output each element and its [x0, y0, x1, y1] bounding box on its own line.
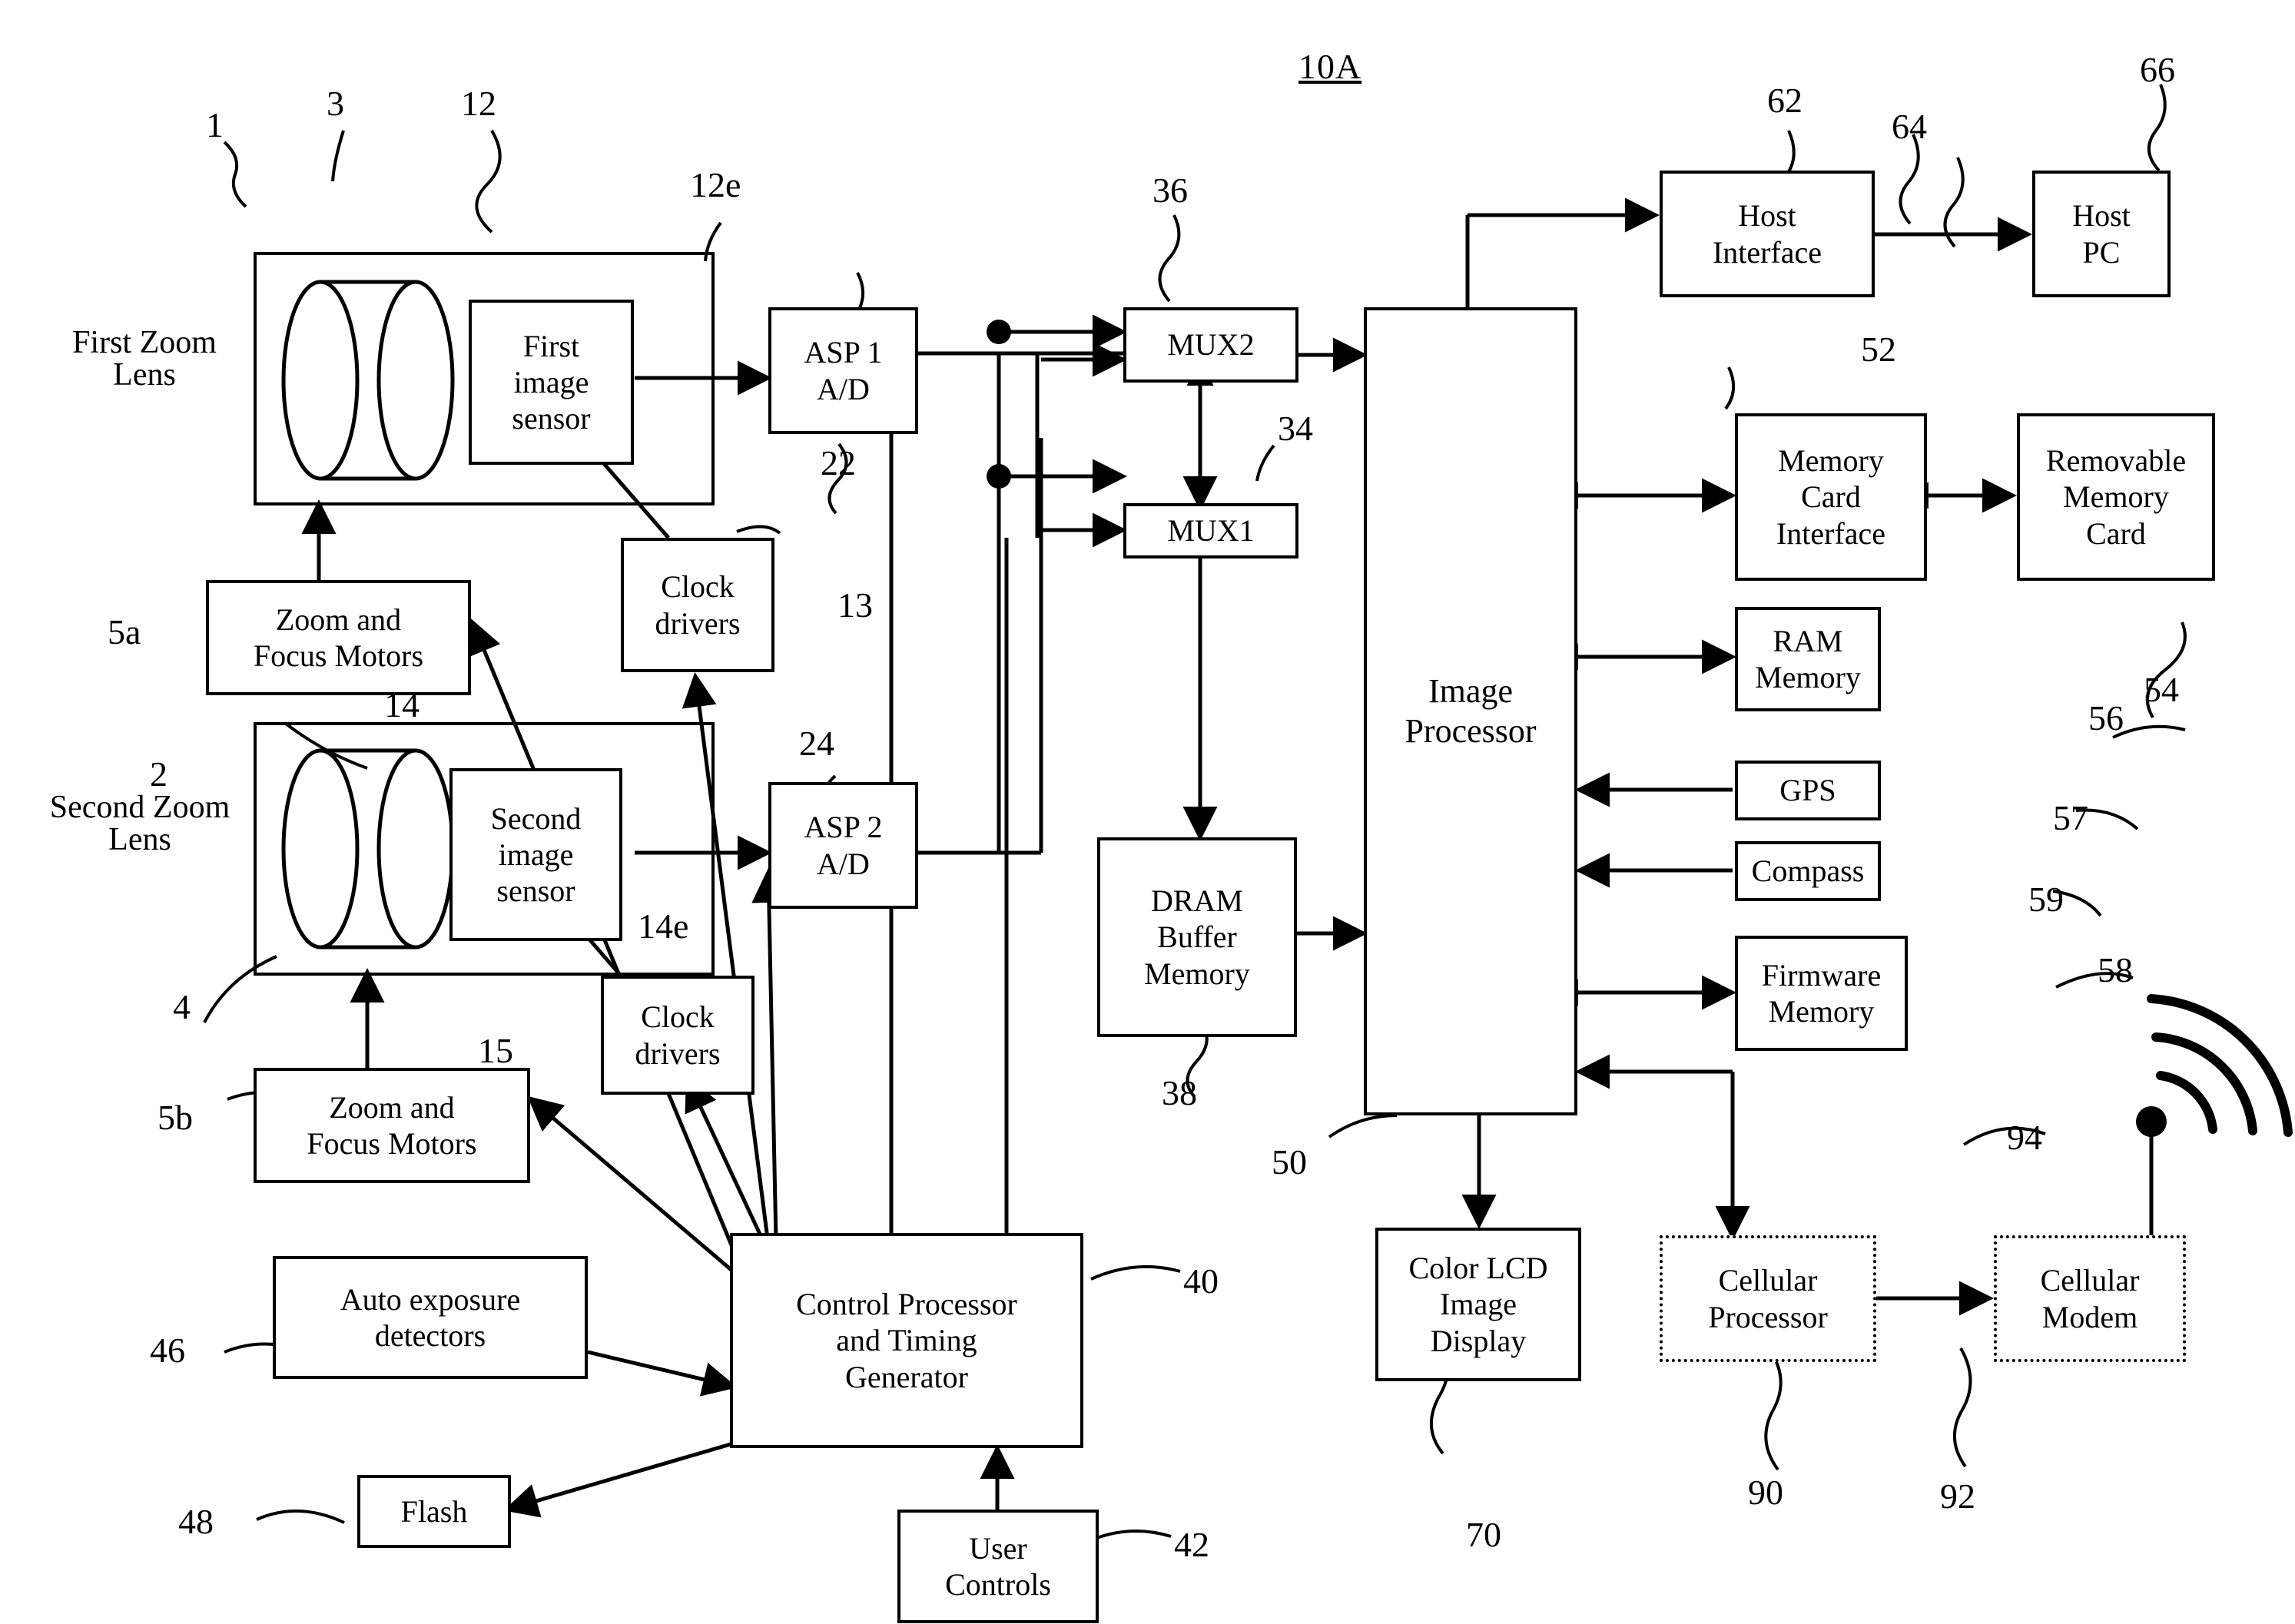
- refnum-46: 46: [150, 1331, 185, 1370]
- firmware-memory: Firmware Memory: [1735, 936, 1908, 1051]
- patent-figure-10a: First Zoom Lens Second Zoom Lens 10A Fir…: [0, 0, 2295, 1624]
- zoom-focus-motors-first: Zoom and Focus Motors: [206, 580, 471, 695]
- refnum-1: 1: [206, 105, 224, 144]
- memory-card-interface: Memory Card Interface: [1735, 413, 1927, 581]
- compass: Compass: [1735, 841, 1881, 901]
- refnum-57: 57: [2053, 798, 2088, 837]
- refnum-70: 70: [1466, 1515, 1501, 1554]
- refnum-14e: 14e: [638, 906, 689, 946]
- refnum-5b: 5b: [158, 1098, 193, 1137]
- refnum-52: 52: [1861, 330, 1896, 369]
- refnum-12e: 12e: [690, 165, 741, 204]
- cellular-processor: Cellular Processor: [1660, 1235, 1876, 1362]
- antenna-tip: [2136, 1106, 2167, 1137]
- refnum-14: 14: [384, 685, 420, 724]
- image-processor: Image Processor: [1364, 307, 1577, 1115]
- refnum-50: 50: [1272, 1142, 1307, 1182]
- refnum-15: 15: [478, 1031, 513, 1070]
- asp1-ad: ASP 1 A/D: [768, 307, 918, 434]
- refnum-54: 54: [2144, 670, 2179, 709]
- refnum-13: 13: [837, 585, 873, 625]
- mux2: MUX2: [1123, 307, 1298, 383]
- clock-drivers-second: Clock drivers: [601, 976, 754, 1095]
- refnum-66: 66: [2140, 50, 2175, 89]
- figure-title: 10A: [1298, 47, 1362, 86]
- refnum-34: 34: [1278, 409, 1313, 448]
- refnum-3: 3: [327, 84, 344, 123]
- gps: GPS: [1735, 761, 1881, 820]
- first-image-sensor: First image sensor: [469, 300, 634, 465]
- host-interface: Host Interface: [1660, 171, 1875, 297]
- refnum-62: 62: [1767, 81, 1803, 120]
- refnum-24: 24: [799, 724, 834, 763]
- second-image-sensor: Second image sensor: [449, 768, 622, 941]
- refnum-38: 38: [1162, 1073, 1197, 1112]
- refnum-92: 92: [1940, 1477, 1975, 1516]
- refnum-56: 56: [2088, 698, 2124, 737]
- refnum-90: 90: [1748, 1473, 1783, 1512]
- refnum-40: 40: [1183, 1261, 1219, 1301]
- user-controls: User Controls: [897, 1510, 1099, 1623]
- first-zoom-lens-label: First Zoom Lens: [72, 325, 217, 393]
- zoom-focus-motors-second: Zoom and Focus Motors: [254, 1068, 530, 1183]
- refnum-36: 36: [1152, 171, 1188, 210]
- refnum-59: 59: [2028, 880, 2064, 919]
- host-pc: Host PC: [2032, 171, 2171, 297]
- refnum-5a: 5a: [108, 612, 141, 651]
- refnum-42: 42: [1174, 1525, 1209, 1564]
- refnum-22: 22: [821, 443, 856, 482]
- mux1: MUX1: [1123, 503, 1298, 558]
- refnum-12: 12: [461, 84, 496, 123]
- antenna-waves: [2147, 994, 2293, 1137]
- cellular-modem: Cellular Modem: [1994, 1235, 2186, 1362]
- ram-memory: RAM Memory: [1735, 607, 1881, 711]
- control-processor-timing-generator: Control Processor and Timing Generator: [730, 1233, 1083, 1448]
- refnum-64: 64: [1892, 107, 1927, 146]
- refnum-58: 58: [2098, 950, 2133, 989]
- removable-memory-card: Removable Memory Card: [2017, 413, 2215, 581]
- asp2-ad: ASP 2 A/D: [768, 782, 918, 909]
- first-lens-elements: [281, 280, 455, 481]
- color-lcd-image-display: Color LCD Image Display: [1375, 1228, 1581, 1381]
- refnum-94: 94: [2007, 1118, 2042, 1157]
- refnum-2: 2: [150, 754, 167, 794]
- second-zoom-lens-label: Second Zoom Lens: [49, 790, 230, 857]
- dram-buffer-memory: DRAM Buffer Memory: [1097, 837, 1297, 1037]
- refnum-48: 48: [178, 1502, 214, 1541]
- second-lens-elements: [281, 748, 455, 950]
- refnum-4: 4: [173, 987, 191, 1026]
- flash: Flash: [357, 1475, 511, 1548]
- auto-exposure-detectors: Auto exposure detectors: [273, 1256, 588, 1379]
- clock-drivers-first: Clock drivers: [621, 538, 774, 672]
